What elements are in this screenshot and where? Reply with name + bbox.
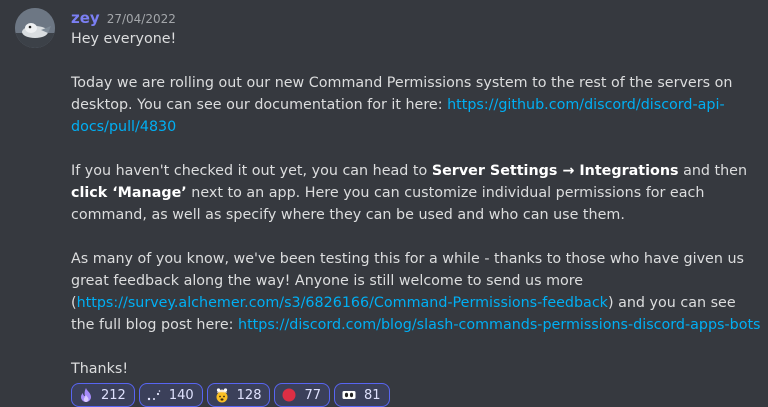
avatar-bird-image	[15, 8, 55, 48]
instructions-text-b: and then	[678, 163, 748, 179]
reaction-sparkle-dots[interactable]: 140	[138, 383, 203, 407]
instructions-text-a: If you haven't checked it out yet, you c…	[71, 163, 432, 179]
reaction-count: 212	[101, 387, 126, 403]
reaction-purple-flame[interactable]: 212	[71, 383, 135, 407]
reaction-count: 77	[304, 387, 322, 403]
blog-link[interactable]: https://discord.com/blog/slash-commands-…	[238, 317, 761, 333]
reaction-count: 128	[236, 387, 262, 403]
greeting-text: Hey everyone!	[71, 31, 177, 47]
username[interactable]: zey	[71, 8, 100, 28]
red-circle-icon	[281, 387, 297, 403]
mind-blown-icon	[214, 387, 230, 403]
paragraph-rollout: Today we are rolling out our new Command…	[71, 72, 761, 138]
paragraph-feedback: As many of you know, we've been testing …	[71, 248, 761, 336]
reaction-mind-blown[interactable]: 128	[206, 383, 271, 407]
reaction-eyes[interactable]: 81	[334, 383, 390, 407]
click-manage-bold: click ‘Manage’	[71, 185, 187, 201]
sparkle-dots-icon	[146, 387, 162, 403]
reaction-red-circle[interactable]: 77	[274, 383, 331, 407]
server-settings-bold: Server Settings → Integrations	[431, 163, 679, 179]
eyes-icon	[341, 387, 357, 403]
timestamp[interactable]: 27/04/2022	[107, 9, 176, 29]
closing-text: Thanks!	[71, 361, 129, 377]
reaction-count: 81	[364, 387, 381, 403]
user-avatar[interactable]	[15, 8, 55, 48]
paragraph-instructions: If you haven't checked it out yet, you c…	[71, 160, 761, 226]
chat-message: zey 27/04/2022 Hey everyone! Today we ar…	[0, 0, 768, 407]
message-content: zey 27/04/2022 Hey everyone! Today we ar…	[71, 8, 761, 407]
reactions-bar: 212 140 128 77 81	[71, 383, 761, 407]
survey-link[interactable]: https://survey.alchemer.com/s3/6826166/C…	[77, 295, 608, 311]
message-body: Hey everyone! Today we are rolling out o…	[71, 28, 761, 380]
purple-flame-icon	[78, 387, 94, 403]
reaction-count: 140	[168, 387, 194, 403]
message-header: zey 27/04/2022	[71, 8, 761, 28]
